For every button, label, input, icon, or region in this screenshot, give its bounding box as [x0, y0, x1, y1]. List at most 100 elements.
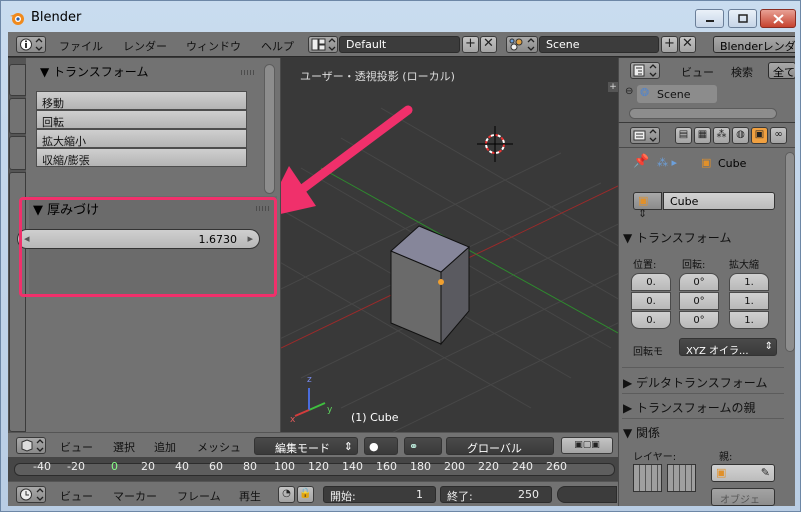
panel-grip-icon[interactable]	[241, 70, 255, 75]
menu-marker[interactable]: マーカー	[113, 488, 157, 504]
select-mode-buttons[interactable]: ▣▢▣	[561, 437, 613, 454]
parent-type-select[interactable]: オブジェ	[711, 488, 775, 506]
rotate-button[interactable]: 回転	[36, 110, 247, 129]
editor-type-button[interactable]	[16, 36, 46, 53]
tick-label: -20	[67, 460, 85, 473]
object-tab-icon[interactable]: ▣	[751, 127, 768, 144]
translate-button[interactable]: 移動	[36, 91, 247, 110]
scale-y-field[interactable]: 1.	[729, 292, 769, 310]
cube-breadcrumb-icon: ▣	[701, 156, 712, 169]
menu-help[interactable]: ヘルプ	[261, 38, 294, 54]
outliner-filter-select[interactable]: 全ての	[768, 62, 795, 79]
rotation-z-field[interactable]: 0°	[679, 311, 719, 329]
render-tab-icon[interactable]: ▤	[675, 127, 692, 144]
outliner-header: ビュー 検索 全ての	[618, 58, 795, 83]
scene-icon-button[interactable]	[506, 36, 538, 53]
minimize-button[interactable]	[695, 9, 724, 28]
timeline-ruler[interactable]: -40 -20 0 20 40 60 80 100 120 140 160 18…	[8, 457, 618, 481]
shrink-fatten-button[interactable]: 収縮/膨張	[36, 148, 247, 167]
window-title: Blender	[31, 10, 82, 25]
current-frame-field[interactable]	[557, 486, 617, 503]
eyedropper-icon[interactable]: ✎	[761, 466, 770, 479]
pivot-select[interactable]: ⚭	[404, 437, 442, 455]
render-layers-tab-icon[interactable]: ▦	[694, 127, 711, 144]
close-button[interactable]	[760, 9, 796, 28]
menu-playback[interactable]: 再生	[239, 488, 261, 504]
rotation-y-field[interactable]: 0°	[679, 292, 719, 310]
editor-type-3dview-button[interactable]	[16, 437, 46, 454]
layer-grid-left[interactable]	[633, 464, 662, 492]
relations-section-header[interactable]: ▼ 関係	[623, 424, 783, 441]
scene-tab-icon[interactable]: ⁂	[713, 127, 730, 144]
scale-z-field[interactable]: 1.	[729, 311, 769, 329]
tab-create[interactable]	[9, 98, 26, 134]
scale-x-field[interactable]: 1.	[729, 273, 769, 291]
preview-range-button[interactable]: ◔	[278, 486, 295, 503]
editor-type-outliner-button[interactable]	[630, 62, 660, 79]
transform-section-header[interactable]: ▼ トランスフォーム	[623, 229, 783, 246]
menu-window[interactable]: ウィンドウ	[186, 38, 241, 54]
info-header: ファイル レンダー ウィンドウ ヘルプ Default + ✕ Scene +	[8, 32, 795, 57]
outliner-hscrollbar[interactable]	[629, 108, 777, 119]
add-scene-button[interactable]: +	[661, 36, 678, 53]
screen-layout-field[interactable]: Default	[339, 36, 460, 53]
menu-select[interactable]: 選択	[113, 439, 135, 455]
minimize-icon	[705, 19, 714, 22]
outliner-view-menu[interactable]: ビュー	[681, 64, 714, 80]
tab-shading[interactable]	[9, 136, 26, 170]
transform-parent-section-header[interactable]: ▶ トランスフォームの親	[623, 399, 783, 416]
menu-frame[interactable]: フレーム	[177, 488, 221, 504]
location-z-field[interactable]: 0.	[631, 311, 671, 329]
info-icon	[20, 38, 43, 51]
start-frame-label: 開始:	[330, 490, 356, 503]
scene-breadcrumb-icon: ⁂ ▸	[657, 156, 678, 169]
transform-panel-title[interactable]: ▼ トランスフォーム	[40, 63, 148, 80]
add-screen-button[interactable]: +	[462, 36, 479, 53]
mode-select[interactable]: 編集モード ⇕	[254, 437, 358, 455]
tick-label: 100	[274, 460, 295, 473]
layer-grid-right[interactable]	[667, 464, 696, 492]
tab-tools[interactable]	[9, 64, 26, 96]
outliner-scene-item[interactable]: ❂ Scene	[637, 85, 717, 103]
scale-button[interactable]: 拡大縮小	[36, 129, 247, 148]
pin-icon[interactable]: 📌	[633, 154, 649, 169]
lock-icon[interactable]: 🔒	[297, 486, 314, 503]
clock-icon	[20, 488, 44, 501]
constraints-tab-icon[interactable]: ∞	[770, 127, 787, 144]
parent-field[interactable]: ▣ ✎	[711, 464, 775, 482]
delta-transform-section-header[interactable]: ▶ デルタトランスフォーム	[623, 374, 783, 391]
editor-type-timeline-button[interactable]	[16, 486, 46, 503]
object-datablock-button[interactable]: ▣ ⇕	[633, 192, 662, 220]
menu-view[interactable]: ビュー	[60, 439, 93, 455]
tick-label: 20	[141, 460, 155, 473]
screen-layout-icon-button[interactable]	[308, 36, 338, 53]
shading-select[interactable]: ●	[364, 437, 398, 455]
menu-render[interactable]: レンダー	[123, 38, 167, 54]
location-y-field[interactable]: 0.	[631, 292, 671, 310]
tool-shelf-scrollbar[interactable]	[264, 64, 275, 194]
editor-type-properties-button[interactable]	[630, 127, 660, 144]
end-frame-field[interactable]: 終了: 250	[440, 486, 552, 503]
rotation-x-field[interactable]: 0°	[679, 273, 719, 291]
render-engine-select[interactable]: Blenderレンダ	[713, 36, 795, 53]
3d-viewport[interactable]: ユーザー・透視投影 (ローカル) z y x (1) Cube +	[281, 58, 618, 432]
maximize-button[interactable]	[728, 9, 757, 28]
menu-file[interactable]: ファイル	[59, 38, 103, 54]
menu-mesh[interactable]: メッシュ	[197, 439, 241, 455]
scene-field[interactable]: Scene	[539, 36, 659, 53]
orientation-select[interactable]: グローバル	[446, 437, 554, 455]
menu-view-timeline[interactable]: ビュー	[60, 488, 93, 504]
outliner-scene-label: Scene	[657, 88, 691, 101]
world-tab-icon[interactable]: ◍	[732, 127, 749, 144]
remove-screen-button[interactable]: ✕	[480, 36, 497, 53]
start-frame-field[interactable]: 開始: 1	[323, 486, 436, 503]
location-x-field[interactable]: 0.	[631, 273, 671, 291]
rotation-mode-select[interactable]: XYZ オイラ... ⇕	[679, 338, 777, 357]
outliner-search-menu[interactable]: 検索	[731, 64, 753, 80]
object-name-field[interactable]: Cube	[663, 192, 775, 210]
remove-scene-button[interactable]: ✕	[679, 36, 696, 53]
toggle-properties-button[interactable]: +	[608, 82, 618, 92]
properties-scrollbar[interactable]	[785, 152, 795, 352]
collapse-icon[interactable]: ⊖	[625, 86, 633, 97]
menu-add[interactable]: 追加	[154, 439, 176, 455]
